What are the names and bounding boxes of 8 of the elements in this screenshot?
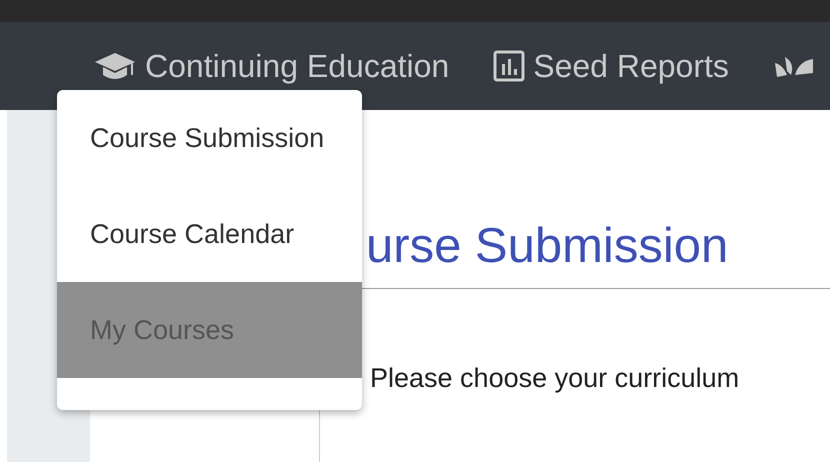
bar-chart-icon bbox=[493, 50, 526, 82]
menu-item[interactable]: Course Submission bbox=[57, 90, 362, 186]
page-heading: urse Submission bbox=[366, 218, 730, 274]
prompt-text: Please choose your curriculum bbox=[370, 363, 740, 394]
nav-link[interactable]: Seed Reports bbox=[533, 48, 729, 84]
menu-item[interactable]: Course Calendar bbox=[57, 186, 362, 282]
graduation-cap-icon bbox=[93, 51, 137, 81]
nav-link[interactable]: Continuing Education bbox=[145, 48, 450, 84]
